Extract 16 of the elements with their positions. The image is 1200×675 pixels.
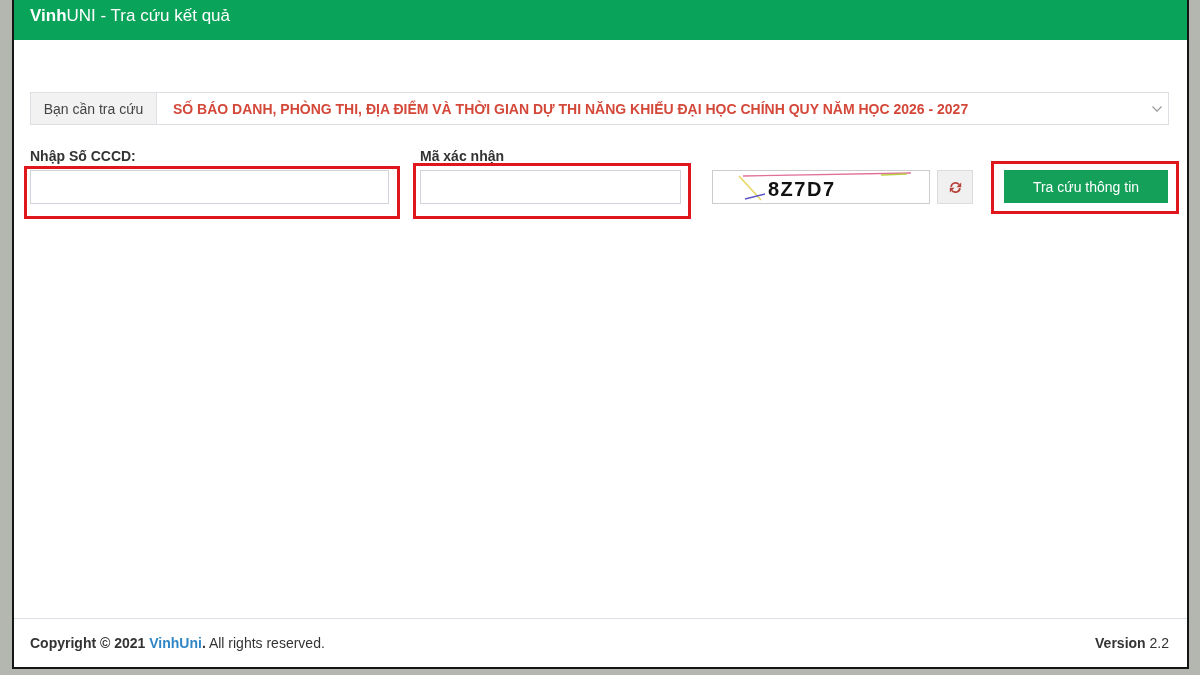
refresh-icon [948, 180, 962, 194]
field-label: Nhập Số CCCD: [30, 148, 137, 164]
lookup-label: Bạn cần tra cứu [30, 92, 156, 125]
version-text: Version 2.2 [1095, 635, 1169, 651]
input-field[interactable] [30, 170, 389, 204]
copyright-text: Copyright © 2021 VinhUni. All rights reserved. [30, 635, 325, 651]
input-field[interactable] [420, 170, 681, 204]
captcha-noise-icon [735, 172, 913, 202]
captcha-text: 8Z7D7 [768, 178, 836, 199]
chevron-down-icon [1152, 105, 1162, 112]
refresh-button[interactable] [937, 170, 973, 204]
submit-button[interactable]: Tra cứu thông tin [1004, 170, 1168, 203]
field-label: Mã xác nhận [420, 148, 506, 164]
app-title: VinhUNI - Tra cứu kết quả [30, 5, 231, 27]
lookup-select[interactable]: SỐ BÁO DANH, PHÒNG THI, ĐỊA ĐIỂM VÀ THỜI GIAN DỰ THI NĂNG KHIẾU ĐẠI HỌC CHÍNH QUY NĂM HỌC 2026 - 2027 [156, 92, 1169, 125]
site-link[interactable]: VinhUni [149, 635, 202, 651]
